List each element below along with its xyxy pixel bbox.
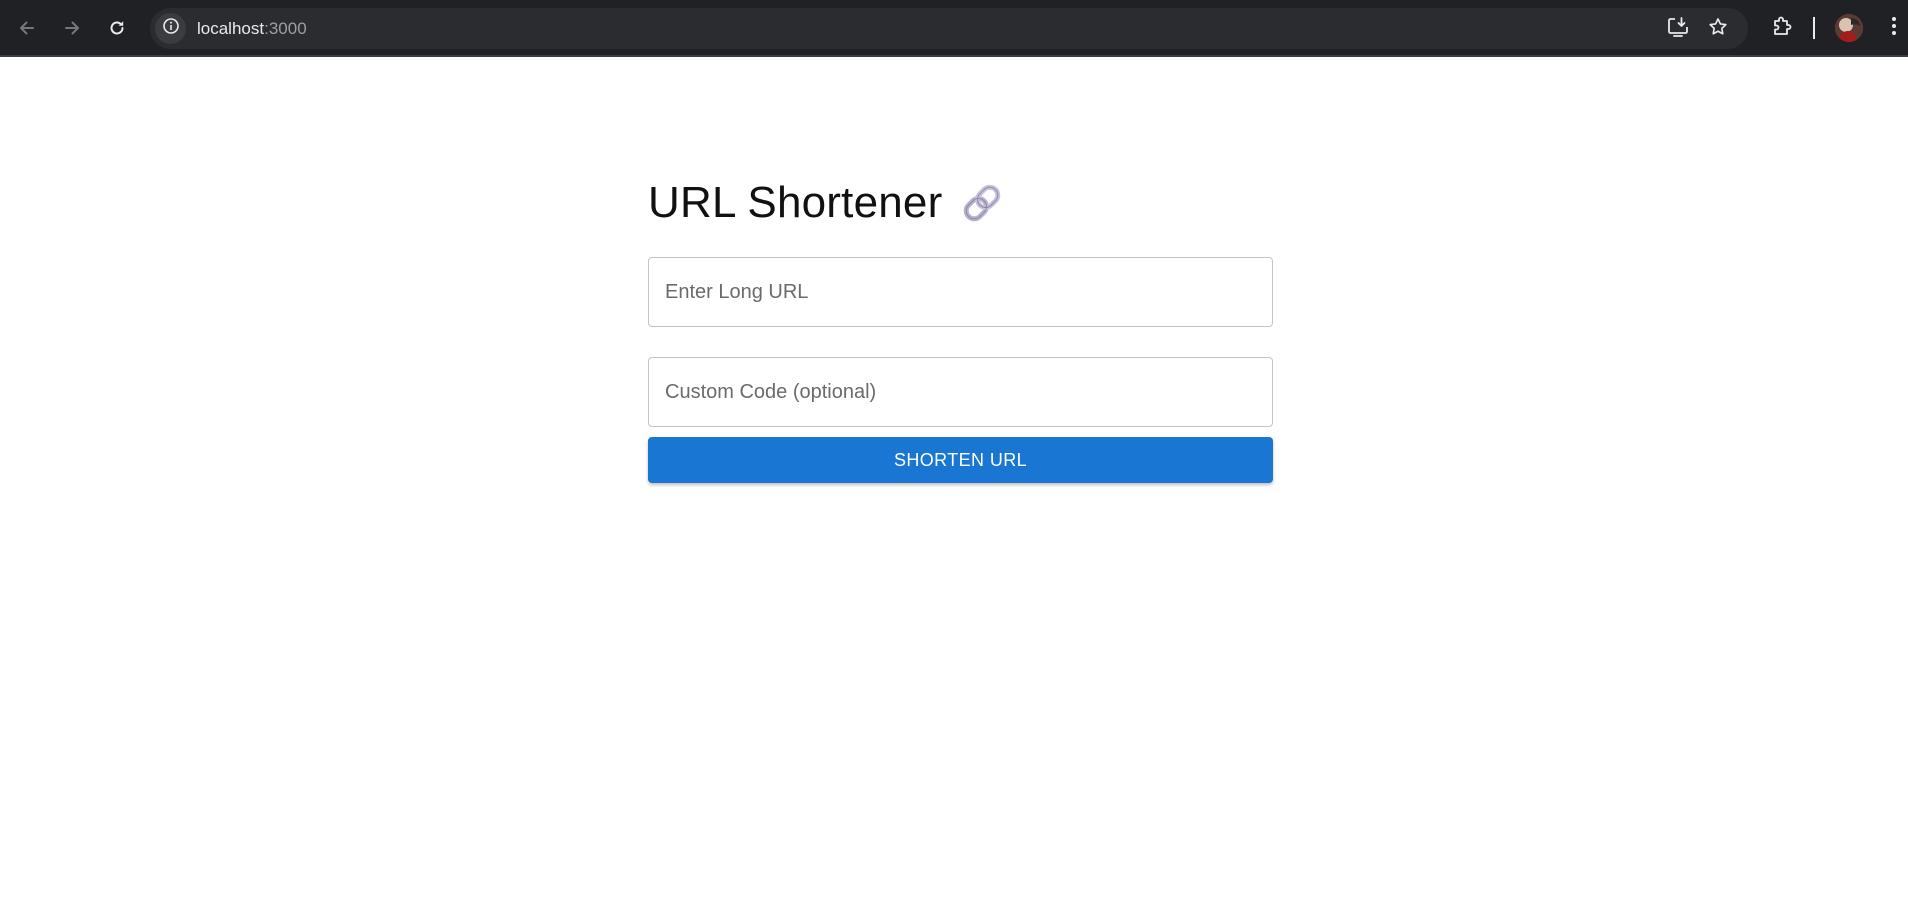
- arrow-left-icon: [17, 18, 37, 38]
- install-app-button[interactable]: [1665, 16, 1691, 42]
- reload-button[interactable]: [99, 10, 135, 46]
- long-url-input[interactable]: [649, 258, 1272, 326]
- install-app-icon: [1666, 15, 1690, 44]
- url-text[interactable]: localhost:3000: [197, 19, 307, 38]
- info-icon: [162, 17, 180, 40]
- shortener-form: URL Shortener SHORTEN URL: [648, 175, 1273, 483]
- profile-avatar[interactable]: [1835, 14, 1863, 42]
- shorten-url-label: SHORTEN URL: [893, 449, 1028, 470]
- reload-icon: [107, 18, 127, 38]
- toolbar-divider: [1813, 17, 1815, 39]
- custom-code-input[interactable]: [649, 358, 1272, 426]
- browser-toolbar: localhost:3000: [0, 0, 1908, 57]
- page-title: URL Shortener: [648, 178, 943, 227]
- forward-button[interactable]: [54, 10, 90, 46]
- long-url-field: [648, 257, 1273, 327]
- url-host: localhost: [197, 19, 265, 38]
- extensions-button[interactable]: [1767, 13, 1797, 43]
- page-content: URL Shortener SHORTEN URL: [0, 59, 1908, 921]
- puzzle-icon: [1770, 14, 1794, 43]
- address-bar[interactable]: localhost:3000: [150, 8, 1748, 49]
- arrow-right-icon: [62, 18, 82, 38]
- browser-menu-button[interactable]: [1879, 13, 1908, 43]
- back-button[interactable]: [9, 10, 45, 46]
- star-icon: [1707, 16, 1729, 43]
- link-icon: [960, 181, 1004, 225]
- bookmark-button[interactable]: [1705, 16, 1731, 42]
- title-row: URL Shortener: [648, 175, 1273, 231]
- site-info-button[interactable]: [155, 13, 186, 44]
- kebab-menu-icon: [1891, 16, 1897, 41]
- url-port: :3000: [264, 19, 307, 38]
- custom-code-field: [648, 357, 1273, 427]
- shorten-url-button[interactable]: SHORTEN URL: [648, 437, 1273, 483]
